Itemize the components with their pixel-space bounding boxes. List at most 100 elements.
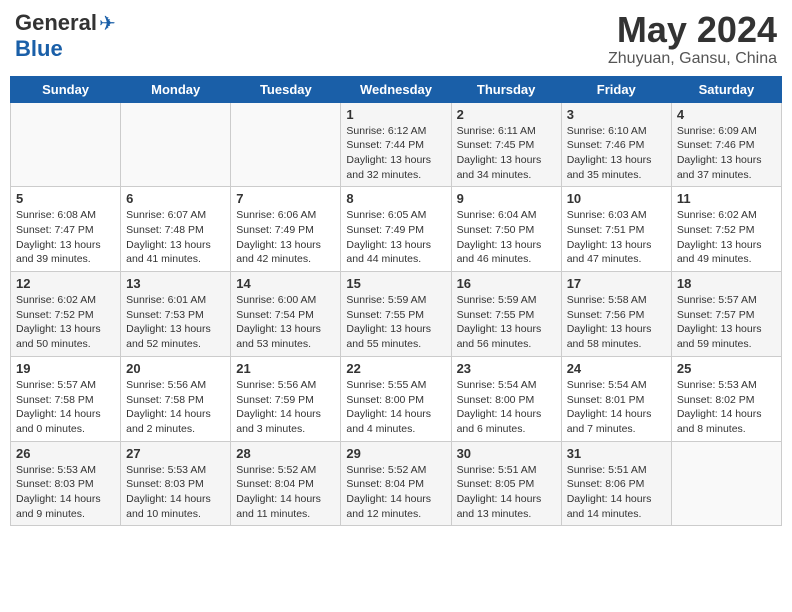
calendar-week-row: 19 Sunrise: 5:57 AM Sunset: 7:58 PM Dayli… — [11, 356, 782, 441]
calendar-cell: 13 Sunrise: 6:01 AM Sunset: 7:53 PM Dayli… — [121, 272, 231, 357]
day-info: Sunrise: 5:52 AM Sunset: 8:04 PM Dayligh… — [346, 463, 445, 522]
calendar-cell: 31 Sunrise: 5:51 AM Sunset: 8:06 PM Dayli… — [561, 441, 671, 526]
calendar-cell: 28Sunrise: 5:52 AM Sunset: 8:04 PM Dayli… — [231, 441, 341, 526]
day-number: 2 — [457, 107, 556, 122]
day-info: Sunrise: 5:54 AM Sunset: 8:00 PM Dayligh… — [457, 378, 556, 437]
day-info: Sunrise: 5:51 AM Sunset: 8:05 PM Dayligh… — [457, 463, 556, 522]
day-number: 5 — [16, 191, 115, 206]
calendar-cell: 10Sunrise: 6:03 AM Sunset: 7:51 PM Dayli… — [561, 187, 671, 272]
weekday-header-monday: Monday — [121, 76, 231, 102]
calendar-cell: 3Sunrise: 6:10 AM Sunset: 7:46 PM Daylig… — [561, 102, 671, 187]
calendar-cell: 18Sunrise: 5:57 AM Sunset: 7:57 PM Dayli… — [671, 272, 781, 357]
day-info: Sunrise: 6:12 AM Sunset: 7:44 PM Dayligh… — [346, 124, 445, 183]
calendar-week-row: 26 Sunrise: 5:53 AM Sunset: 8:03 PM Dayli… — [11, 441, 782, 526]
day-info: Sunrise: 6:09 AM Sunset: 7:46 PM Dayligh… — [677, 124, 776, 183]
calendar-cell: 24 Sunrise: 5:54 AM Sunset: 8:01 PM Dayli… — [561, 356, 671, 441]
calendar-cell: 4 Sunrise: 6:09 AM Sunset: 7:46 PM Daylig… — [671, 102, 781, 187]
calendar-cell: 6 Sunrise: 6:07 AM Sunset: 7:48 PM Daylig… — [121, 187, 231, 272]
weekday-header-wednesday: Wednesday — [341, 76, 451, 102]
day-info: Sunrise: 6:06 AM Sunset: 7:49 PM Dayligh… — [236, 208, 335, 267]
calendar-cell: 2 Sunrise: 6:11 AM Sunset: 7:45 PM Daylig… — [451, 102, 561, 187]
logo-blue-text: Blue — [15, 36, 63, 62]
day-info: Sunrise: 5:56 AM Sunset: 7:58 PM Dayligh… — [126, 378, 225, 437]
calendar-cell: 9 Sunrise: 6:04 AM Sunset: 7:50 PM Daylig… — [451, 187, 561, 272]
day-number: 14 — [236, 276, 335, 291]
calendar-cell: 1 Sunrise: 6:12 AM Sunset: 7:44 PM Daylig… — [341, 102, 451, 187]
calendar-week-row: 5 Sunrise: 6:08 AM Sunset: 7:47 PM Daylig… — [11, 187, 782, 272]
day-number: 18 — [677, 276, 776, 291]
day-info: Sunrise: 5:53 AM Sunset: 8:03 PM Dayligh… — [16, 463, 115, 522]
day-info: Sunrise: 6:01 AM Sunset: 7:53 PM Dayligh… — [126, 293, 225, 352]
day-number: 11 — [677, 191, 776, 206]
calendar-cell: 30 Sunrise: 5:51 AM Sunset: 8:05 PM Dayli… — [451, 441, 561, 526]
day-info: Sunrise: 5:54 AM Sunset: 8:01 PM Dayligh… — [567, 378, 666, 437]
day-info: Sunrise: 6:07 AM Sunset: 7:48 PM Dayligh… — [126, 208, 225, 267]
day-number: 31 — [567, 446, 666, 461]
page-header: General ✈ Blue May 2024 Zhuyuan, Gansu, … — [10, 10, 782, 68]
day-info: Sunrise: 5:59 AM Sunset: 7:55 PM Dayligh… — [457, 293, 556, 352]
calendar-cell: 19 Sunrise: 5:57 AM Sunset: 7:58 PM Dayli… — [11, 356, 121, 441]
calendar-cell: 8Sunrise: 6:05 AM Sunset: 7:49 PM Daylig… — [341, 187, 451, 272]
title-area: May 2024 Zhuyuan, Gansu, China — [608, 10, 777, 68]
day-number: 27 — [126, 446, 225, 461]
calendar-cell: 26 Sunrise: 5:53 AM Sunset: 8:03 PM Dayli… — [11, 441, 121, 526]
day-number: 30 — [457, 446, 556, 461]
day-info: Sunrise: 6:03 AM Sunset: 7:51 PM Dayligh… — [567, 208, 666, 267]
day-info: Sunrise: 5:52 AM Sunset: 8:04 PM Dayligh… — [236, 463, 335, 522]
calendar-cell — [231, 102, 341, 187]
month-title: May 2024 — [608, 10, 777, 50]
day-number: 22 — [346, 361, 445, 376]
day-info: Sunrise: 6:00 AM Sunset: 7:54 PM Dayligh… — [236, 293, 335, 352]
calendar-cell: 21 Sunrise: 5:56 AM Sunset: 7:59 PM Dayli… — [231, 356, 341, 441]
calendar-cell: 23 Sunrise: 5:54 AM Sunset: 8:00 PM Dayli… — [451, 356, 561, 441]
calendar-week-row: 12Sunrise: 6:02 AM Sunset: 7:52 PM Dayli… — [11, 272, 782, 357]
calendar-cell: 25Sunrise: 5:53 AM Sunset: 8:02 PM Dayli… — [671, 356, 781, 441]
day-number: 9 — [457, 191, 556, 206]
day-info: Sunrise: 6:08 AM Sunset: 7:47 PM Dayligh… — [16, 208, 115, 267]
calendar-cell: 11 Sunrise: 6:02 AM Sunset: 7:52 PM Dayli… — [671, 187, 781, 272]
weekday-header-row: SundayMondayTuesdayWednesdayThursdayFrid… — [11, 76, 782, 102]
logo-general-text: General — [15, 10, 97, 36]
day-info: Sunrise: 5:55 AM Sunset: 8:00 PM Dayligh… — [346, 378, 445, 437]
day-number: 16 — [457, 276, 556, 291]
calendar-cell: 12Sunrise: 6:02 AM Sunset: 7:52 PM Dayli… — [11, 272, 121, 357]
calendar-week-row: 1 Sunrise: 6:12 AM Sunset: 7:44 PM Daylig… — [11, 102, 782, 187]
weekday-header-thursday: Thursday — [451, 76, 561, 102]
calendar-cell: 16 Sunrise: 5:59 AM Sunset: 7:55 PM Dayli… — [451, 272, 561, 357]
day-info: Sunrise: 6:04 AM Sunset: 7:50 PM Dayligh… — [457, 208, 556, 267]
calendar-cell: 14 Sunrise: 6:00 AM Sunset: 7:54 PM Dayli… — [231, 272, 341, 357]
day-number: 19 — [16, 361, 115, 376]
day-info: Sunrise: 5:51 AM Sunset: 8:06 PM Dayligh… — [567, 463, 666, 522]
calendar-cell: 17Sunrise: 5:58 AM Sunset: 7:56 PM Dayli… — [561, 272, 671, 357]
calendar-cell: 15Sunrise: 5:59 AM Sunset: 7:55 PM Dayli… — [341, 272, 451, 357]
day-number: 4 — [677, 107, 776, 122]
day-info: Sunrise: 5:56 AM Sunset: 7:59 PM Dayligh… — [236, 378, 335, 437]
calendar-cell: 5 Sunrise: 6:08 AM Sunset: 7:47 PM Daylig… — [11, 187, 121, 272]
calendar-cell: 27Sunrise: 5:53 AM Sunset: 8:03 PM Dayli… — [121, 441, 231, 526]
day-info: Sunrise: 6:02 AM Sunset: 7:52 PM Dayligh… — [677, 208, 776, 267]
day-number: 6 — [126, 191, 225, 206]
day-info: Sunrise: 6:11 AM Sunset: 7:45 PM Dayligh… — [457, 124, 556, 183]
day-number: 23 — [457, 361, 556, 376]
weekday-header-sunday: Sunday — [11, 76, 121, 102]
day-info: Sunrise: 5:58 AM Sunset: 7:56 PM Dayligh… — [567, 293, 666, 352]
day-number: 3 — [567, 107, 666, 122]
day-number: 20 — [126, 361, 225, 376]
day-info: Sunrise: 5:57 AM Sunset: 7:58 PM Dayligh… — [16, 378, 115, 437]
day-number: 29 — [346, 446, 445, 461]
day-number: 25 — [677, 361, 776, 376]
day-number: 26 — [16, 446, 115, 461]
calendar-cell — [11, 102, 121, 187]
calendar-cell — [121, 102, 231, 187]
weekday-header-tuesday: Tuesday — [231, 76, 341, 102]
calendar-cell: 7Sunrise: 6:06 AM Sunset: 7:49 PM Daylig… — [231, 187, 341, 272]
logo-bird-icon: ✈ — [99, 11, 116, 36]
weekday-header-friday: Friday — [561, 76, 671, 102]
day-number: 1 — [346, 107, 445, 122]
day-info: Sunrise: 5:59 AM Sunset: 7:55 PM Dayligh… — [346, 293, 445, 352]
weekday-header-saturday: Saturday — [671, 76, 781, 102]
day-number: 21 — [236, 361, 335, 376]
day-number: 13 — [126, 276, 225, 291]
calendar-cell: 22 Sunrise: 5:55 AM Sunset: 8:00 PM Dayli… — [341, 356, 451, 441]
day-number: 24 — [567, 361, 666, 376]
